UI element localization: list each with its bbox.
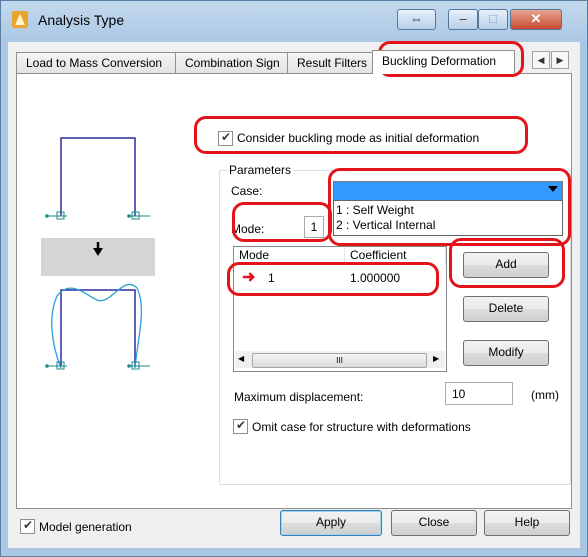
column-header-mode[interactable]: Mode [234,247,345,265]
row-mode-value: 1 [268,271,275,285]
case-dropdown-list: 1 : Self Weight 2 : Vertical Internal [333,200,563,236]
mode-coefficient-list[interactable]: Mode Coefficient ➜ 1 1.000000 ◀ III ▶ [233,246,447,372]
restore-icon[interactable]: ⇔ [397,9,436,30]
close-window-button[interactable]: ✕ [510,9,562,30]
max-displacement-input[interactable]: 10 [445,382,513,405]
delete-button[interactable]: Delete [463,296,549,322]
case-select[interactable] [333,181,563,201]
deformation-diagram [41,128,155,386]
app-icon [12,11,28,28]
tab-scroll-right-icon[interactable]: ▶ [551,51,569,69]
dialog-window: Analysis Type ⇔ – □ ✕ Load to Mass Conve… [0,0,588,557]
scroll-left-icon[interactable]: ◀ [238,354,244,363]
tab-scroll-left-icon[interactable]: ◀ [532,51,550,69]
checkmark-icon: ✔ [23,518,34,532]
consider-buckling-label: Consider buckling mode as initial deform… [237,131,480,145]
title-bar[interactable]: Analysis Type ⇔ – □ ✕ [1,1,587,39]
dialog-client: Load to Mass Conversion Combination Sign… [8,41,580,548]
chevron-down-icon[interactable] [548,186,558,192]
case-option-self-weight[interactable]: 1 : Self Weight [336,203,414,217]
apply-button[interactable]: Apply [280,510,382,536]
max-displacement-unit: (mm) [531,388,559,402]
checkmark-icon: ✔ [221,130,232,144]
omit-case-checkbox[interactable]: ✔ [233,418,248,434]
scroll-thumb[interactable]: III [252,353,427,368]
list-row[interactable]: ➜ 1 1.000000 [234,267,444,289]
add-button[interactable]: Add [463,252,549,278]
case-option-vertical-internal[interactable]: 2 : Vertical Internal [336,218,435,232]
tab-buckling-deformation[interactable]: Buckling Deformation [372,50,515,74]
window-title: Analysis Type [38,12,125,28]
minimize-button[interactable]: – [448,9,478,30]
help-button[interactable]: Help [484,510,570,536]
maximize-button[interactable]: □ [478,9,508,30]
horizontal-scrollbar[interactable]: ◀ III ▶ [235,351,445,368]
checkmark-icon: ✔ [236,418,247,432]
parameters-group-label: Parameters [227,163,294,177]
tab-result-filters[interactable]: Result Filters [287,52,385,73]
row-coefficient-value: 1.000000 [350,271,401,285]
modify-button[interactable]: Modify [463,340,549,366]
tab-combination-sign[interactable]: Combination Sign [175,52,290,73]
omit-case-label: Omit case for structure with deformation… [252,420,471,434]
buckling-preview-image [41,128,155,386]
column-header-coefficient[interactable]: Coefficient [345,247,446,265]
case-label: Case: [231,184,263,198]
tab-load-to-mass[interactable]: Load to Mass Conversion [16,52,182,73]
max-displacement-label: Maximum displacement: [234,390,364,404]
mode-input[interactable]: 1 [304,216,324,238]
buckling-tab-panel: ✔ Consider buckling mode as initial defo… [16,41,572,509]
red-arrow-icon: ➜ [242,269,256,286]
model-generation-checkbox[interactable]: ✔ [20,518,35,534]
model-generation-label: Model generation [39,520,132,534]
scroll-right-icon[interactable]: ▶ [433,354,439,363]
consider-buckling-checkbox[interactable]: ✔ [218,130,233,146]
close-button[interactable]: Close [391,510,477,536]
mode-label: Mode: [231,222,265,236]
